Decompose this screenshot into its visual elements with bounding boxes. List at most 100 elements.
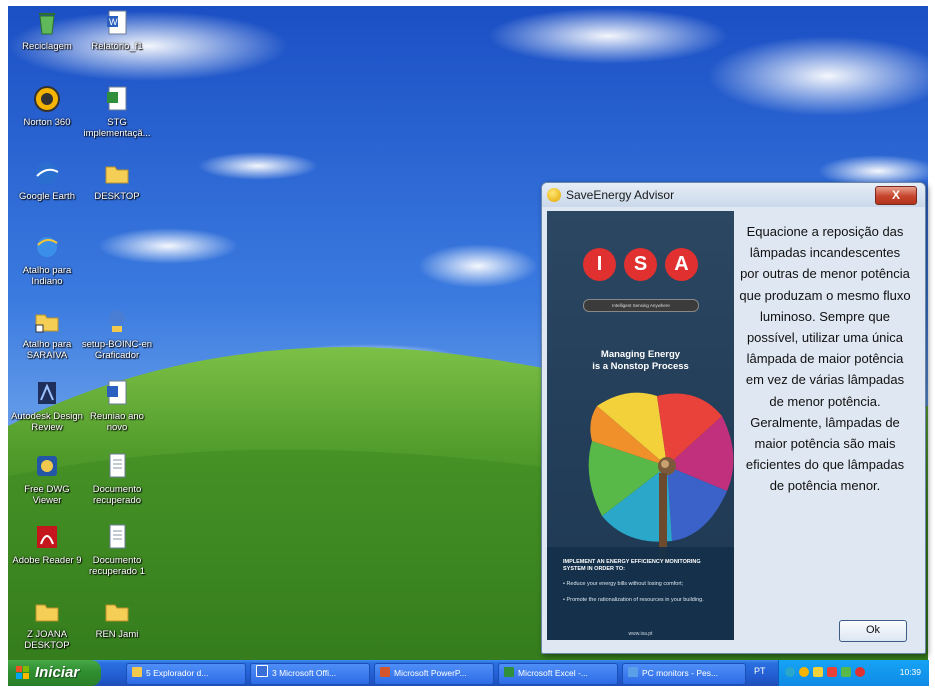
system-tray: 10:39 (778, 660, 929, 686)
taskbar-button-label: 3 Microsoft Offi... (272, 668, 337, 678)
desktop-icon-label: Relatório_f1 (91, 41, 143, 52)
language-indicator[interactable]: PT (754, 666, 766, 676)
panel-headline: Managing Energy is a Nonstop Process (547, 349, 734, 373)
desktop-icon-label: Documento recuperado (92, 484, 142, 506)
panel-bottom-box: IMPLEMENT AN ENERGY EFFICIENCY MONITORIN… (547, 547, 734, 640)
desktop-icon-norton[interactable]: Norton 360 (10, 84, 84, 128)
desktop-icon-adobe-reader[interactable]: Adobe Reader 9 (10, 522, 84, 566)
desktop-icon-recycle-bin[interactable]: Reciclagem (10, 8, 84, 52)
taskbar-button-label: Microsoft Excel -... (518, 668, 588, 678)
adobe-reader-icon (37, 526, 57, 548)
desktop-icon-stg[interactable]: STG implementaçã... (80, 84, 154, 139)
taskbar-button-explorer[interactable]: 5 Explorador d... (126, 663, 246, 685)
desktop-icon-z-joana[interactable]: Z JOANA DESKTOP (10, 596, 84, 651)
alert-icon[interactable] (827, 667, 837, 677)
volume-icon[interactable] (855, 667, 865, 677)
start-label: Iniciar (35, 664, 80, 681)
desktop-icon-label: STG implementaçã... (83, 117, 151, 139)
desktop-icon-relatorio[interactable]: W Relatório_f1 (80, 8, 154, 52)
norton-tray-icon[interactable] (799, 667, 809, 677)
windows-logo-icon (16, 666, 29, 679)
taskbar-button-label: PC monitors - Pes... (642, 668, 719, 678)
svg-text:W: W (109, 17, 118, 27)
powerpoint-icon (380, 667, 390, 677)
autodesk-icon (38, 382, 56, 404)
security-icon[interactable] (813, 667, 823, 677)
desktop-icon-ren-jami[interactable]: REN Jami (80, 596, 154, 640)
desktop-icon-desktop-folder[interactable]: DESKTOP (80, 158, 154, 202)
boinc-icon (109, 310, 125, 332)
taskbar-button-office[interactable]: 3 Microsoft Offi... (250, 663, 370, 685)
saveenergy-advisor-dialog: SaveEnergy Advisor X I S A Intelligent S… (541, 182, 926, 654)
taskbar-button-pc-monitors[interactable]: PC monitors - Pes... (622, 663, 746, 685)
panel-bullet-1: • Reduce your energy bills without losin… (563, 581, 684, 587)
isa-logo-letter-s: S (624, 248, 657, 281)
desktop-icon-label: Reuniao ano novo (90, 411, 144, 433)
dialog-title: SaveEnergy Advisor (566, 188, 675, 202)
desktop-icon-label: Google Earth (19, 191, 75, 202)
desktop-icon-label: setup-BOINC-en Graficador (81, 339, 153, 361)
desktop-icon-label: Reciclagem (22, 41, 72, 52)
desktop-icon-label: Atalho para SARAIVA (22, 339, 72, 361)
desktop-icon-label: Z JOANA DESKTOP (24, 629, 70, 651)
taskbar-button-powerpoint[interactable]: Microsoft PowerP... (374, 663, 494, 685)
desktop-icon-reuniao[interactable]: Reuniao ano novo (80, 378, 154, 433)
norton-icon (34, 86, 60, 112)
desktop-icon-label: DESKTOP (94, 191, 140, 202)
panel-bullet-2: • Promote the rationalization of resourc… (563, 597, 704, 603)
google-earth-icon (36, 162, 59, 184)
internet-explorer-icon (37, 237, 58, 257)
panel-headline-line2: is a Nonstop Process (592, 361, 689, 372)
close-button[interactable]: X (875, 186, 917, 205)
desktop-icon-label: Autodesk Design Review (11, 411, 83, 433)
isa-advert-panel: I S A Intelligent Sensing Anywhere Manag… (547, 211, 734, 640)
desktop-icon-atalho-indiano[interactable]: Atalho para Indiano (10, 232, 84, 287)
monitor-icon (628, 667, 638, 677)
desktop-icon-label: Adobe Reader 9 (12, 555, 82, 566)
desktop-icon-setup-boinc[interactable]: setup-BOINC-en Graficador (80, 306, 154, 361)
desktop-icon-label: Documento recuperado 1 (89, 555, 145, 577)
dwg-viewer-icon (37, 456, 57, 476)
word-document-icon (107, 380, 127, 405)
desktop-icon-autodesk[interactable]: Autodesk Design Review (10, 378, 84, 433)
word-document-icon: W (107, 10, 127, 35)
folder-icon (35, 604, 59, 622)
ok-button[interactable]: Ok (839, 620, 907, 642)
desktop-icon-atalho-saraiva[interactable]: Atalho para SARAIVA (10, 306, 84, 361)
desktop-icon-free-dwg[interactable]: Free DWG Viewer (10, 451, 84, 506)
folder-icon (132, 667, 142, 677)
desktop-icon-label: Norton 360 (23, 117, 71, 128)
taskbar-button-label: Microsoft PowerP... (394, 668, 467, 678)
update-icon[interactable] (841, 667, 851, 677)
document-icon (109, 453, 126, 478)
desktop-icon-google-earth[interactable]: Google Earth (10, 158, 84, 202)
isa-logo-letter-i: I (583, 248, 616, 281)
document-icon (109, 524, 126, 549)
taskbar-button-label: 5 Explorador d... (146, 668, 209, 678)
desktop-icon-label: Free DWG Viewer (24, 484, 70, 506)
taskbar: Iniciar 5 Explorador d... 3 Microsoft Of… (8, 660, 929, 686)
desktop-icon-documento-recuperado-1[interactable]: Documento recuperado 1 (80, 522, 154, 577)
panel-bottom-heading: IMPLEMENT AN ENERGY EFFICIENCY MONITORIN… (563, 559, 701, 572)
network-icon[interactable] (785, 667, 795, 677)
dialog-titlebar[interactable]: SaveEnergy Advisor X (542, 183, 925, 207)
desktop-icon-label: REN Jami (95, 629, 139, 640)
folder-shortcut-icon (35, 314, 59, 333)
app-icon (547, 188, 561, 202)
start-button[interactable]: Iniciar (8, 660, 101, 686)
recycle-bin-icon (39, 13, 55, 35)
panel-url: www.isa.pt (628, 631, 653, 637)
desktop-icon-documento-recuperado[interactable]: Documento recuperado (80, 451, 154, 506)
isa-logo-letter-a: A (665, 248, 698, 281)
office-icon (256, 665, 268, 677)
folder-icon (105, 166, 129, 184)
panel-headline-line1: Managing Energy (600, 349, 681, 360)
excel-icon (504, 667, 514, 677)
clock[interactable]: 10:39 (900, 667, 921, 677)
advice-message: Equacione a reposição das lâmpadas incan… (739, 224, 911, 494)
isa-tagline: Intelligent Sensing Anywhere (583, 299, 699, 312)
desktop-icon-label: Atalho para Indiano (22, 265, 72, 287)
excel-document-icon (107, 86, 127, 111)
folder-icon (105, 604, 129, 622)
taskbar-button-excel[interactable]: Microsoft Excel -... (498, 663, 618, 685)
